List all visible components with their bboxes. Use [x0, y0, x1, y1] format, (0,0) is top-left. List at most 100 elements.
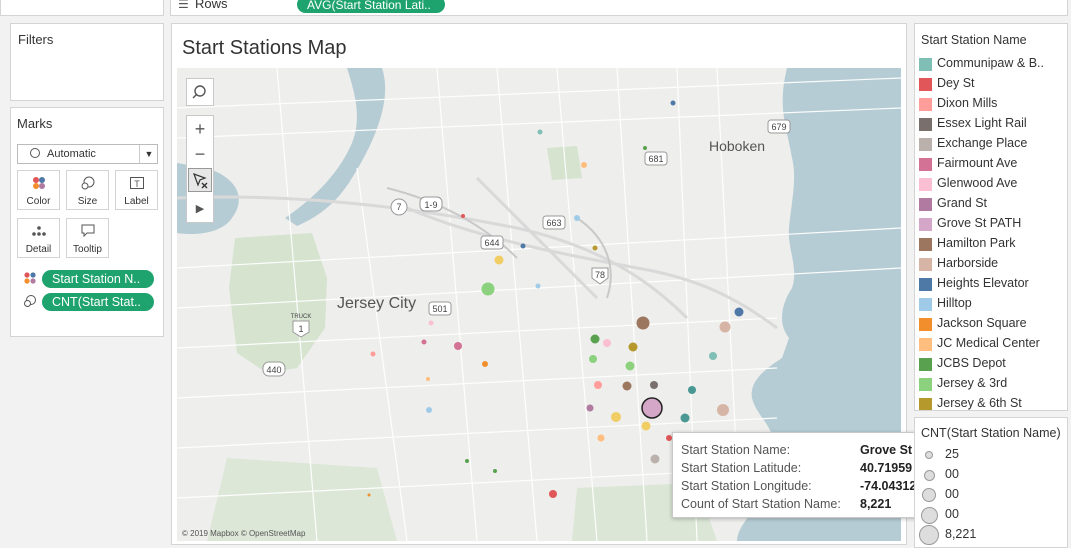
legend-label: Essex Light Rail: [937, 116, 1027, 130]
count-pill[interactable]: CNT(Start Stat..: [42, 293, 154, 311]
rows-pill[interactable]: AVG(Start Station Lati..: [297, 0, 445, 13]
chevron-down-icon[interactable]: ▼: [139, 145, 158, 163]
station-point[interactable]: [590, 334, 600, 344]
station-point[interactable]: [574, 215, 580, 221]
map-title: Start Stations Map: [182, 37, 347, 59]
station-point[interactable]: [592, 245, 598, 251]
legend-swatch: [919, 118, 932, 131]
tooltip-value: 8,221: [860, 497, 892, 511]
station-point[interactable]: [465, 459, 469, 463]
station-name-pill[interactable]: Start Station N..: [42, 270, 154, 288]
station-point[interactable]: [597, 434, 605, 442]
detail-button[interactable]: Detail: [17, 218, 60, 258]
station-point[interactable]: [641, 421, 651, 431]
station-point[interactable]: [549, 490, 557, 498]
station-point[interactable]: [421, 339, 427, 345]
label-hoboken: Hoboken: [709, 138, 765, 154]
legend-label: Grand St: [937, 196, 988, 210]
tooltip-key: Start Station Latitude:: [681, 461, 802, 475]
tooltip-value: -74.04312: [860, 479, 917, 493]
map-attribution: © 2019 Mapbox © OpenStreetMap: [182, 529, 306, 538]
legend-label: Harborside: [937, 256, 999, 270]
legend-swatch: [919, 398, 932, 410]
detail-button-label: Detail: [25, 244, 52, 255]
legend-swatch: [919, 378, 932, 391]
zoom-out-icon[interactable]: −: [187, 142, 213, 168]
mark-type-dropdown[interactable]: Automatic ▼: [17, 144, 158, 164]
station-point[interactable]: [428, 320, 434, 326]
station-point[interactable]: [625, 361, 635, 371]
station-point[interactable]: [482, 361, 488, 367]
color-legend-title: Start Station Name: [921, 33, 1027, 47]
station-point[interactable]: [636, 316, 650, 330]
station-point[interactable]: [537, 129, 543, 135]
play-toolbar-icon[interactable]: ▶: [187, 196, 213, 222]
svg-text:T: T: [134, 179, 140, 189]
color-icon: [18, 175, 59, 195]
legend-label: Dixon Mills: [937, 96, 998, 110]
left-gutter: [164, 340, 170, 548]
size-legend-label: 25: [945, 447, 959, 461]
station-point[interactable]: [650, 381, 658, 389]
tooltip-button[interactable]: Tooltip: [66, 218, 109, 258]
station-point[interactable]: [680, 413, 690, 423]
legend-label: Exchange Place: [937, 136, 1028, 150]
size-pill-icon: [23, 294, 37, 313]
station-point[interactable]: [688, 386, 696, 394]
station-point[interactable]: [650, 454, 660, 464]
station-point[interactable]: [367, 493, 371, 497]
size-button[interactable]: Size: [66, 170, 109, 210]
size-legend-label: 00: [945, 507, 959, 521]
label-icon: T: [116, 175, 157, 195]
legend-swatch: [919, 258, 932, 271]
station-point[interactable]: [481, 282, 495, 296]
station-point[interactable]: [426, 377, 430, 381]
shield-440: 440: [266, 365, 281, 375]
circle-icon: [30, 148, 40, 158]
station-point[interactable]: [719, 321, 731, 333]
station-point[interactable]: [520, 243, 526, 249]
station-point[interactable]: [586, 404, 594, 412]
size-legend-title: CNT(Start Station Name): [921, 426, 1061, 440]
station-point[interactable]: [493, 469, 497, 473]
tooltip-button-label: Tooltip: [73, 244, 102, 255]
shield-501: 501: [432, 304, 447, 314]
station-point[interactable]: [670, 100, 676, 106]
legend-label: Hilltop: [937, 296, 972, 310]
station-point[interactable]: [494, 255, 504, 265]
size-circle-icon: [920, 506, 938, 524]
station-point[interactable]: [370, 351, 376, 357]
station-point[interactable]: [628, 342, 638, 352]
station-point[interactable]: [611, 412, 621, 422]
map-search-button[interactable]: [186, 78, 214, 106]
size-legend-label: 8,221: [945, 527, 977, 541]
station-point[interactable]: [581, 162, 587, 168]
station-point[interactable]: [535, 283, 541, 289]
legend-label: JCBS Depot: [937, 356, 1006, 370]
label-button[interactable]: T Label: [115, 170, 158, 210]
map-select-tool-icon[interactable]: [188, 168, 212, 192]
label-jersey-city: Jersey City: [337, 295, 416, 312]
station-point[interactable]: [717, 404, 729, 416]
station-point[interactable]: [643, 146, 647, 150]
station-point[interactable]: [622, 381, 632, 391]
station-point[interactable]: [589, 355, 597, 363]
station-point[interactable]: [603, 339, 611, 347]
legend-swatch: [919, 58, 932, 71]
legend-swatch: [919, 358, 932, 371]
station-point-selected[interactable]: [641, 397, 663, 419]
legend-swatch: [919, 158, 932, 171]
station-point[interactable]: [461, 214, 465, 218]
tooltip-key: Count of Start Station Name:: [681, 497, 841, 511]
color-button[interactable]: Color: [17, 170, 60, 210]
mark-type-value: Automatic: [47, 148, 96, 160]
zoom-in-icon[interactable]: +: [187, 116, 213, 142]
legend-label: Jersey & 3rd: [937, 376, 1008, 390]
label-button-label: Label: [124, 196, 149, 207]
station-point[interactable]: [734, 307, 744, 317]
filters-panel[interactable]: Filters: [10, 23, 164, 101]
station-point[interactable]: [454, 342, 462, 350]
station-point[interactable]: [709, 352, 717, 360]
station-point[interactable]: [426, 407, 432, 413]
station-point[interactable]: [594, 381, 602, 389]
